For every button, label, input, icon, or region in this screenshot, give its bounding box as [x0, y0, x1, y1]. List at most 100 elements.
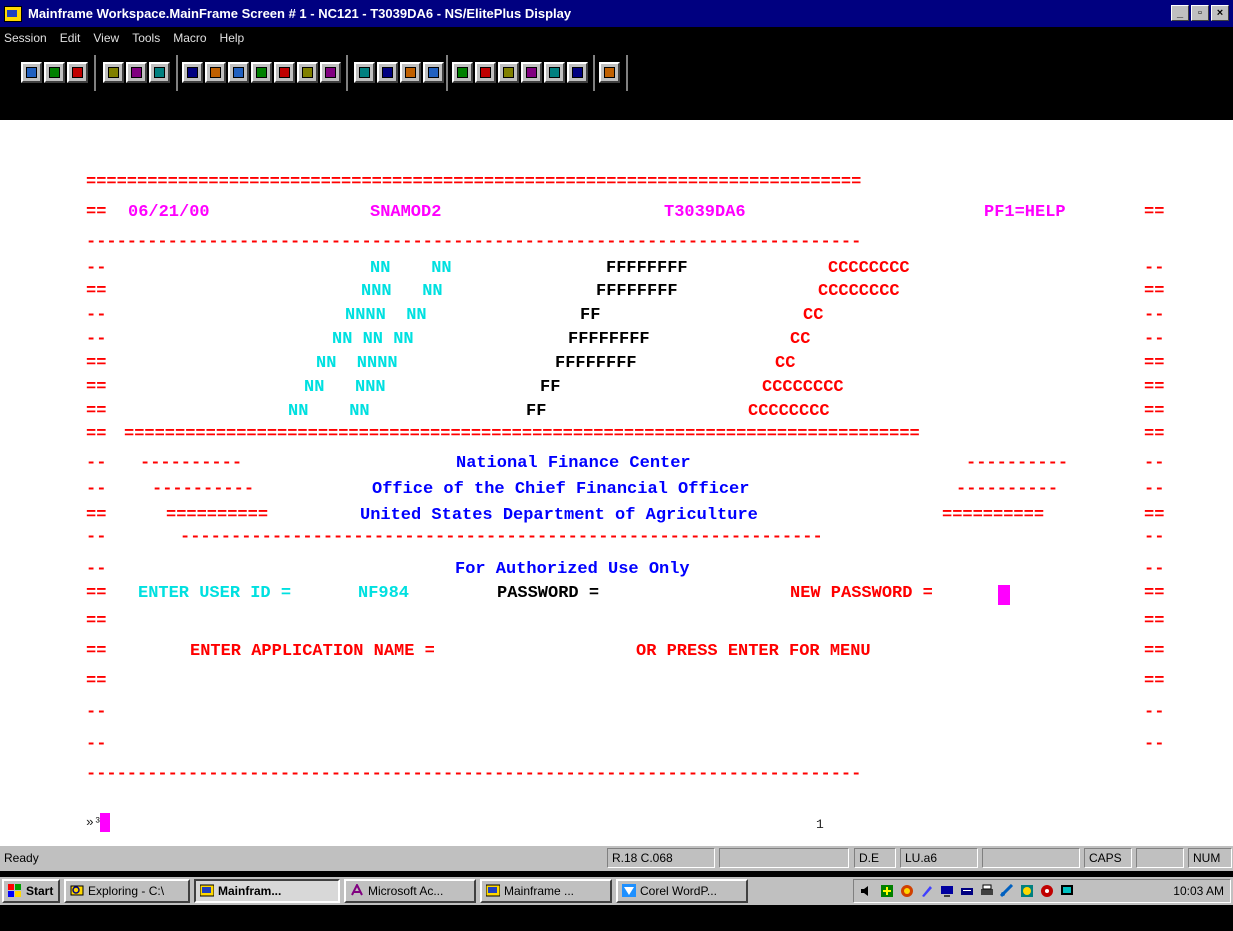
side-marker-right: --: [1144, 528, 1165, 547]
display-settings-icon[interactable]: [940, 884, 954, 898]
properties-button[interactable]: [67, 62, 88, 83]
terminal-screen[interactable]: ========================================…: [0, 120, 1233, 845]
receive-file-button[interactable]: [521, 62, 542, 83]
authorized-use-notice: For Authorized Use Only: [455, 560, 690, 579]
side-marker-right: --: [1144, 306, 1165, 325]
copy-button[interactable]: [126, 62, 147, 83]
copy-icon: [131, 67, 142, 78]
attribute-button[interactable]: [228, 62, 249, 83]
task-corel-wordperfect[interactable]: Corel WordP...: [616, 879, 748, 903]
pen-icon[interactable]: [920, 884, 934, 898]
send-button[interactable]: [452, 62, 473, 83]
capture-button[interactable]: [320, 62, 341, 83]
logo-c-row: CCCCCCCC: [828, 259, 910, 278]
antivirus-icon[interactable]: [900, 884, 914, 898]
receive-button[interactable]: [475, 62, 496, 83]
menu-edit[interactable]: Edit: [60, 31, 81, 45]
speaker-icon[interactable]: [860, 884, 874, 898]
maximize-button[interactable]: ▫: [1191, 5, 1209, 21]
task-microsoft-access[interactable]: Microsoft Ac...: [344, 879, 476, 903]
screen-button[interactable]: [251, 62, 272, 83]
display-button[interactable]: [423, 62, 444, 83]
keyboard-button[interactable]: [377, 62, 398, 83]
paste-button[interactable]: [149, 62, 170, 83]
window-controls: _ ▫ ×: [1171, 5, 1229, 21]
org-line-3: United States Department of Agriculture: [360, 506, 758, 525]
windows-logo-icon: [8, 884, 21, 897]
side-marker-right: ==: [1144, 425, 1165, 444]
side-marker-right: ==: [1144, 354, 1165, 373]
monitor-icon[interactable]: [1060, 884, 1074, 898]
terminal-cursor: [100, 813, 110, 832]
keyboard-icon[interactable]: [960, 884, 974, 898]
hotspot-button[interactable]: [274, 62, 295, 83]
menu-tools[interactable]: Tools: [132, 31, 160, 45]
size-button[interactable]: [205, 62, 226, 83]
minimize-button[interactable]: _: [1171, 5, 1189, 21]
side-marker-right: ==: [1144, 612, 1165, 631]
scheduler-icon[interactable]: [1020, 884, 1034, 898]
font-button[interactable]: [182, 62, 203, 83]
logo-c-row: CCCCCCCC: [748, 402, 830, 421]
print-screen-button[interactable]: [567, 62, 588, 83]
task-mainframe-active[interactable]: Mainfram...: [194, 879, 340, 903]
logo-f-row: FFFFFFFF: [555, 354, 637, 373]
keyboard-icon: [382, 67, 393, 78]
task-label: Corel WordP...: [640, 884, 717, 898]
cut-button[interactable]: [103, 62, 124, 83]
side-marker-left: ==: [86, 642, 107, 661]
new-password-field[interactable]: [998, 585, 1010, 605]
toolbar-separator: [446, 55, 448, 91]
menu-view[interactable]: View: [93, 31, 119, 45]
app-name-field[interactable]: [450, 642, 610, 662]
network-icon[interactable]: [880, 884, 894, 898]
window-title: Mainframe Workspace.MainFrame Screen # 1…: [28, 6, 572, 21]
connect-button[interactable]: [21, 62, 42, 83]
transfer-button[interactable]: [297, 62, 318, 83]
user-id-field[interactable]: NF984: [358, 584, 409, 604]
send-file-button[interactable]: [498, 62, 519, 83]
password-field[interactable]: [636, 584, 776, 604]
connection-icon[interactable]: [1000, 884, 1014, 898]
logo-n-row: NNN NN: [361, 282, 443, 301]
printer-icon[interactable]: [980, 884, 994, 898]
toolbar: [0, 49, 1233, 120]
task-mainframe[interactable]: Mainframe ...: [480, 879, 612, 903]
properties-icon: [72, 67, 83, 78]
size-icon: [210, 67, 221, 78]
access-icon: [351, 884, 363, 896]
media-icon[interactable]: [1040, 884, 1054, 898]
user-id-label: ENTER USER ID =: [138, 584, 292, 603]
org-rule: ----------: [966, 454, 1069, 473]
org-rule: ----------: [140, 454, 243, 473]
task-label: Mainframe ...: [504, 884, 575, 898]
toolbar-separator: [94, 55, 96, 91]
help-button[interactable]: [599, 62, 620, 83]
task-exploring[interactable]: Exploring - C:\: [64, 879, 190, 903]
side-marker-left: ==: [86, 584, 107, 603]
font-icon: [187, 67, 198, 78]
header-terminal-id: T3039DA6: [664, 203, 746, 222]
wordperfect-icon: [622, 884, 636, 897]
side-marker-left: --: [86, 306, 107, 325]
app-icon[interactable]: [4, 5, 22, 22]
header-help-key: PF1=HELP: [984, 203, 1066, 222]
menu-help[interactable]: Help: [220, 31, 245, 45]
macro-button[interactable]: [354, 62, 375, 83]
start-button[interactable]: Start: [2, 879, 60, 903]
print-button[interactable]: [544, 62, 565, 83]
clock[interactable]: 10:03 AM: [1173, 884, 1224, 898]
cursor-position: R.18 C.068: [607, 848, 715, 868]
logo-n-row: NN NN: [288, 402, 370, 421]
connect-icon: [26, 67, 37, 78]
org-rule: ----------: [152, 480, 255, 499]
status-bar: Ready R.18 C.068 D.E LU.a6 CAPS NUM: [0, 845, 1233, 871]
grid-button[interactable]: [400, 62, 421, 83]
cut-icon: [108, 67, 119, 78]
logo-c-row: CCCCCCCC: [762, 378, 844, 397]
menu-session[interactable]: Session: [4, 31, 47, 45]
title-bar[interactable]: Mainframe Workspace.MainFrame Screen # 1…: [0, 0, 1233, 27]
menu-macro[interactable]: Macro: [173, 31, 206, 45]
close-button[interactable]: ×: [1211, 5, 1229, 21]
disconnect-button[interactable]: [44, 62, 65, 83]
